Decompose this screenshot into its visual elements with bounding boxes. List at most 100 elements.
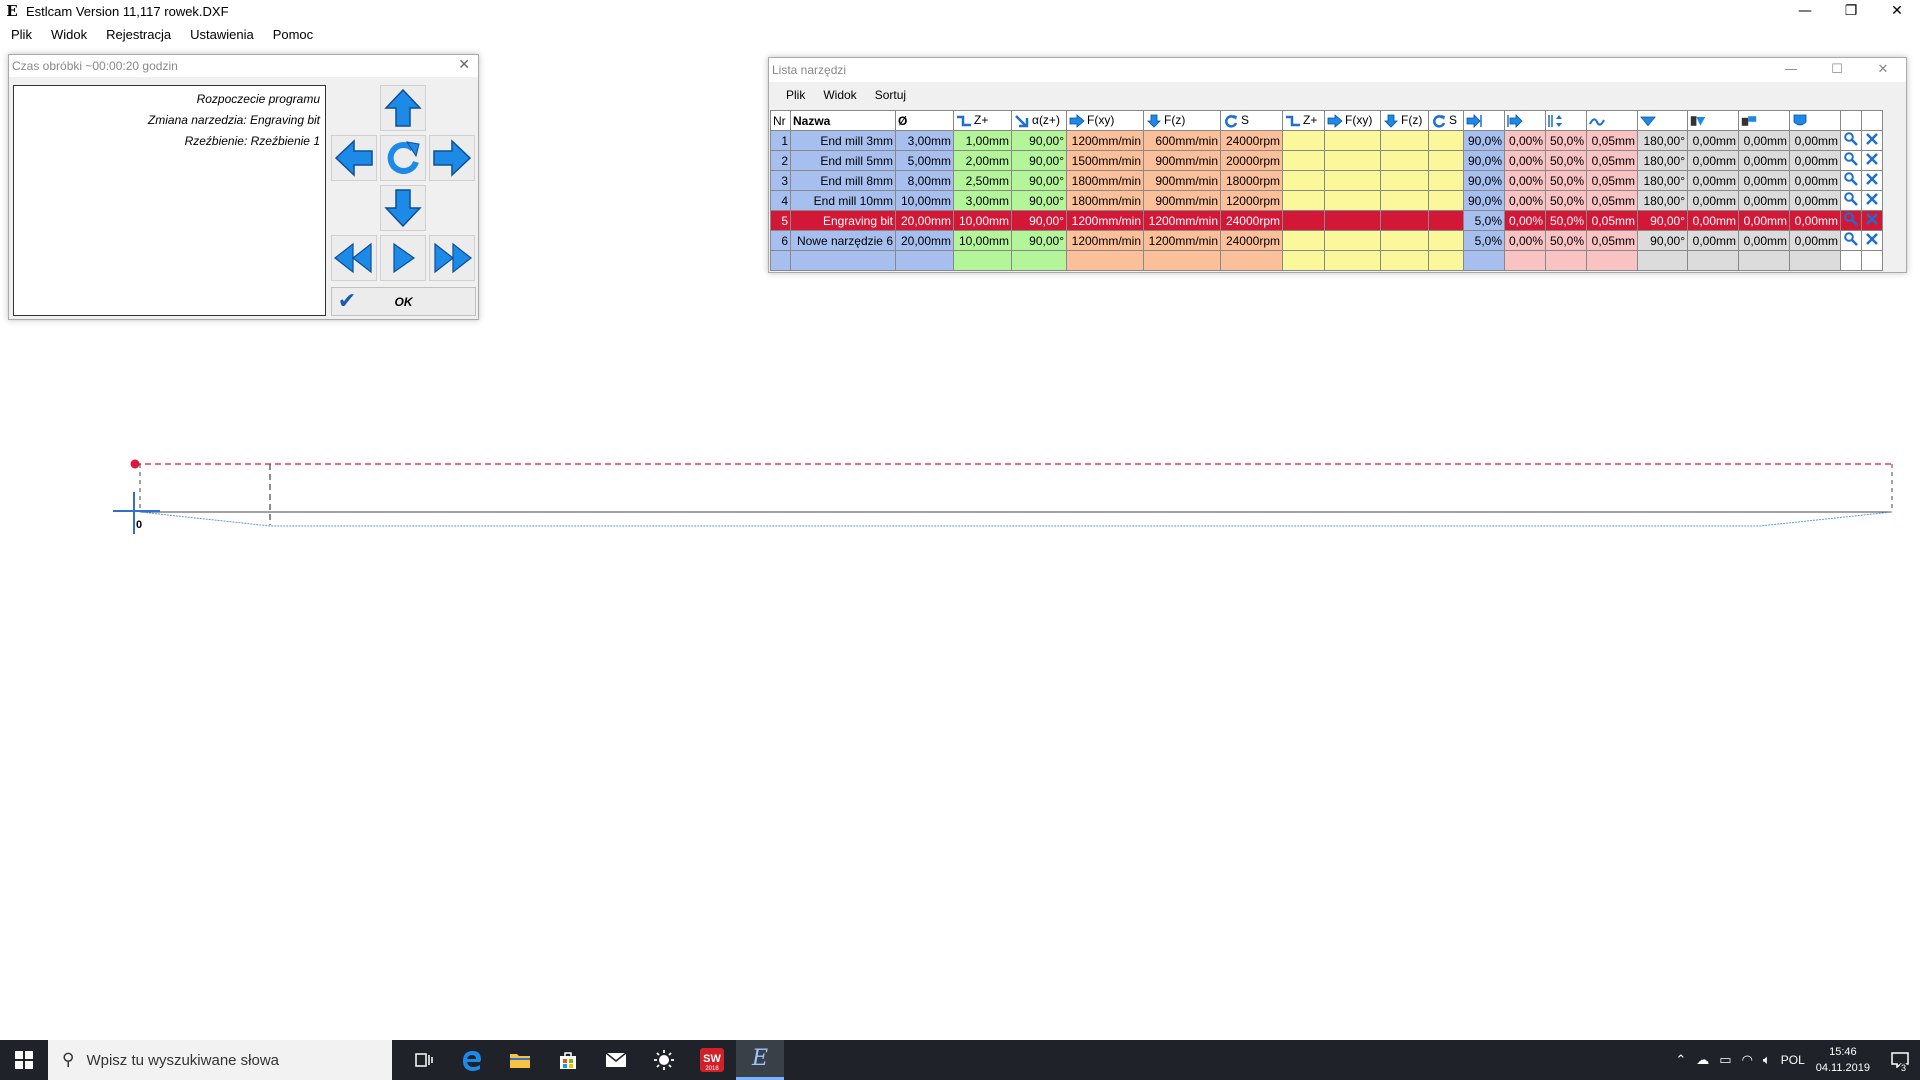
tool-shape-2[interactable]: 0,00mm	[1738, 150, 1790, 171]
play-button[interactable]	[380, 235, 426, 281]
jog-up-button[interactable]	[380, 85, 426, 131]
menu-ustawienia[interactable]: Ustawienia	[182, 27, 262, 42]
tool-fxy-2[interactable]	[1324, 210, 1381, 231]
tool-diameter[interactable]: 10,00mm	[895, 190, 954, 211]
col-header-fxy[interactable]: F(xy)	[1066, 110, 1144, 131]
tool-shape-1[interactable]: 0,00mm	[1687, 130, 1739, 151]
tool-fxy[interactable]: 1200mm/min	[1066, 230, 1144, 251]
tool-nr[interactable]: 1	[770, 130, 791, 151]
table-row[interactable]: 2 End mill 5mm 5,00mm 2,00mm 90,00° 1500mm/mi…	[770, 150, 1883, 171]
delete-tool-button[interactable]	[1861, 230, 1883, 251]
tool-speed[interactable]: 18000rpm	[1220, 170, 1283, 191]
jog-left-button[interactable]	[331, 135, 377, 181]
tool-fxy[interactable]: 1800mm/min	[1066, 190, 1144, 211]
tool-shape-2[interactable]: 0,00mm	[1738, 170, 1790, 191]
tool-finish-stepover[interactable]: 0,00%	[1504, 210, 1546, 231]
tool-tolerance[interactable]: 0,05mm	[1586, 150, 1638, 171]
col-header-fxy-2[interactable]: F(xy)	[1324, 110, 1381, 131]
tool-speed[interactable]: 24000rpm	[1220, 210, 1283, 231]
tool-nr[interactable]: 2	[770, 150, 791, 171]
tool-nr[interactable]: 6	[770, 230, 791, 251]
tool-name[interactable]: End mill 10mm	[790, 190, 896, 211]
taskbar-clock[interactable]: 15:46 04.11.2019	[1816, 1044, 1870, 1076]
weather-button[interactable]	[640, 1040, 688, 1080]
close-button[interactable]: ✕	[1874, 0, 1920, 22]
onedrive-icon[interactable]: ☁	[1696, 1053, 1709, 1068]
col-header-nr[interactable]: Nr	[770, 110, 791, 131]
tool-zplus[interactable]: 10,00mm	[953, 230, 1012, 251]
tool-speed-2[interactable]	[1428, 230, 1464, 251]
col-header-nazwa[interactable]: Nazwa	[790, 110, 896, 131]
tool-shape-1[interactable]: 0,00mm	[1687, 170, 1739, 191]
empty-cell[interactable]	[1789, 250, 1841, 271]
tool-fxy-2[interactable]	[1324, 130, 1381, 151]
tool-fxy-2[interactable]	[1324, 170, 1381, 191]
wifi-icon[interactable]: ◠	[1742, 1053, 1753, 1068]
col-header-tool-shape-3[interactable]	[1789, 110, 1841, 131]
chevron-up-icon[interactable]: ⌃	[1675, 1053, 1686, 1068]
col-header-s-2[interactable]: S	[1428, 110, 1464, 131]
menu-pomoc[interactable]: Pomoc	[265, 27, 321, 42]
tool-shape-3[interactable]: 0,00mm	[1789, 230, 1841, 251]
tool-fxy[interactable]: 1200mm/min	[1066, 130, 1144, 151]
tool-fxy-2[interactable]	[1324, 150, 1381, 171]
tool-name[interactable]: End mill 5mm	[790, 150, 896, 171]
empty-cell[interactable]	[1463, 250, 1505, 271]
tool-shape-1[interactable]: 0,00mm	[1687, 150, 1739, 171]
empty-cell[interactable]	[790, 250, 896, 271]
tool-overlap[interactable]: 50,0%	[1545, 150, 1587, 171]
tool-diameter[interactable]: 8,00mm	[895, 170, 954, 191]
tool-shape-3[interactable]: 0,00mm	[1789, 170, 1841, 191]
tool-fz[interactable]: 600mm/min	[1143, 130, 1221, 151]
tool-speed-2[interactable]	[1428, 150, 1464, 171]
edit-tool-button[interactable]	[1840, 170, 1862, 191]
tool-tolerance[interactable]: 0,05mm	[1586, 210, 1638, 231]
tool-zplus[interactable]: 10,00mm	[953, 210, 1012, 231]
col-header-angle[interactable]: α(z+)	[1011, 110, 1067, 131]
tool-dialog-minimize-button[interactable]: —	[1768, 58, 1814, 82]
delete-tool-button[interactable]	[1861, 210, 1883, 231]
tool-fz[interactable]: 900mm/min	[1143, 170, 1221, 191]
tool-speed[interactable]: 20000rpm	[1220, 150, 1283, 171]
table-row[interactable]: 3 End mill 8mm 8,00mm 2,50mm 90,00° 1800mm/mi…	[770, 170, 1883, 191]
tool-dialog-maximize-button[interactable]: ☐	[1814, 58, 1860, 82]
tool-angle[interactable]: 90,00°	[1011, 170, 1067, 191]
tool-tolerance[interactable]: 0,05mm	[1586, 230, 1638, 251]
edit-tool-button[interactable]	[1840, 210, 1862, 231]
tool-speed[interactable]: 12000rpm	[1220, 190, 1283, 211]
tool-tip-angle[interactable]: 180,00°	[1637, 150, 1688, 171]
tool-shape-1[interactable]: 0,00mm	[1687, 230, 1739, 251]
empty-cell[interactable]	[1687, 250, 1739, 271]
solidworks-button[interactable]: SW 2018	[688, 1040, 736, 1080]
empty-cell[interactable]	[1220, 250, 1283, 271]
machining-dialog-close-button[interactable]: ✕	[458, 57, 470, 73]
jog-right-button[interactable]	[429, 135, 475, 181]
volume-icon[interactable]: 🔈︎	[1763, 1053, 1771, 1068]
battery-icon[interactable]: ▭	[1719, 1053, 1731, 1068]
taskbar-search[interactable]: ⚲ Wpisz tu wyszukiwane słowa	[48, 1040, 392, 1080]
empty-cell[interactable]	[1586, 250, 1638, 271]
tool-shape-2[interactable]: 0,00mm	[1738, 190, 1790, 211]
empty-cell[interactable]	[1143, 250, 1221, 271]
edit-tool-button[interactable]	[1840, 190, 1862, 211]
col-header-diameter[interactable]: Ø	[895, 110, 954, 131]
tool-menu-widok[interactable]: Widok	[814, 88, 865, 102]
minimize-button[interactable]: —	[1782, 0, 1828, 22]
table-row[interactable]: 1 End mill 3mm 3,00mm 1,00mm 90,00° 1200mm/mi…	[770, 130, 1883, 151]
tool-stepover[interactable]: 90,0%	[1463, 150, 1505, 171]
tool-fxy[interactable]: 1200mm/min	[1066, 210, 1144, 231]
empty-cell[interactable]	[1282, 250, 1325, 271]
tool-fz[interactable]: 1200mm/min	[1143, 230, 1221, 251]
col-header-tip-angle[interactable]	[1637, 110, 1688, 131]
tool-fz[interactable]: 1200mm/min	[1143, 210, 1221, 231]
tool-finish-stepover[interactable]: 0,00%	[1504, 230, 1546, 251]
rewind-button[interactable]	[331, 235, 377, 281]
tool-shape-3[interactable]: 0,00mm	[1789, 130, 1841, 151]
empty-cell[interactable]	[953, 250, 1012, 271]
table-row[interactable]: 6 Nowe narzędzie 6 20,00mm 10,00mm 90,00° 120…	[770, 230, 1883, 251]
tool-tolerance[interactable]: 0,05mm	[1586, 130, 1638, 151]
tool-overlap[interactable]: 50,0%	[1545, 130, 1587, 151]
tool-fz-2[interactable]	[1380, 130, 1429, 151]
tool-overlap[interactable]: 50,0%	[1545, 170, 1587, 191]
col-header-fz[interactable]: F(z)	[1143, 110, 1221, 131]
